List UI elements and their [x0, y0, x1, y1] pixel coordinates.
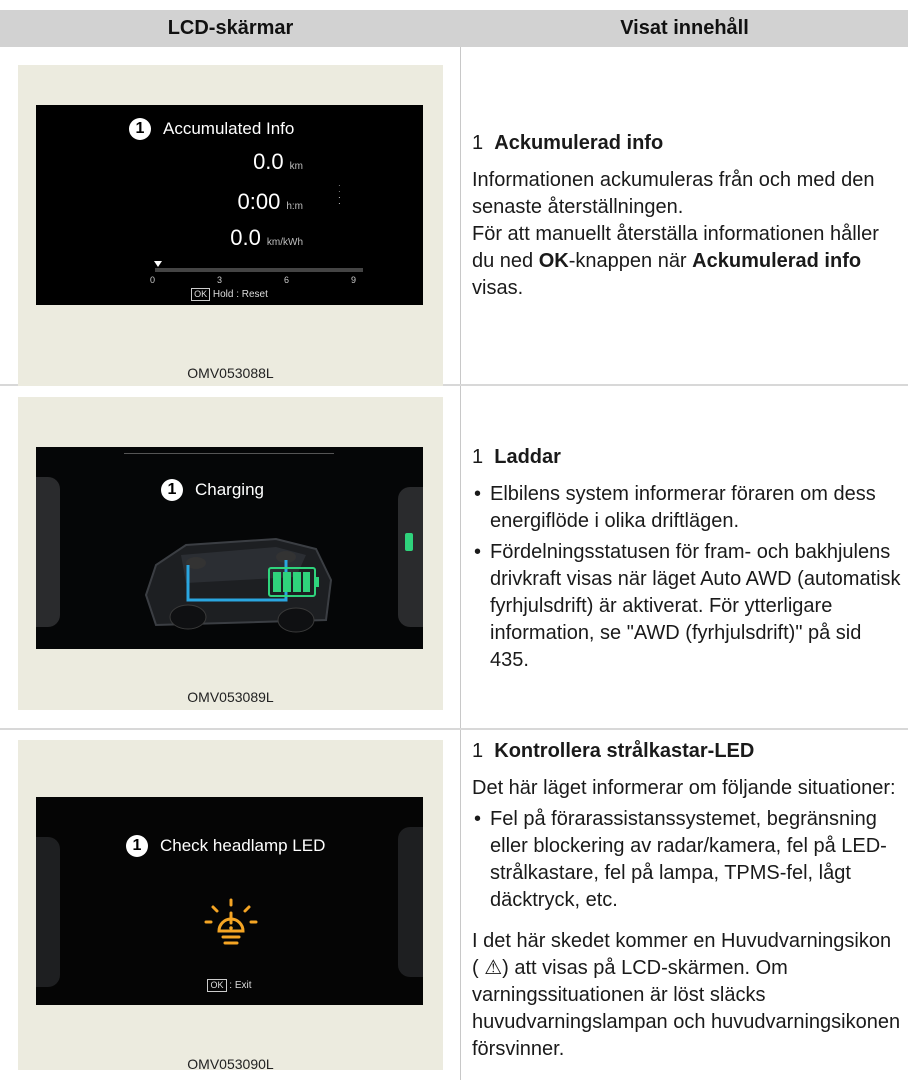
desc-headlamp: 1 Kontrollera strålkastar-LED Det här lä…	[472, 738, 902, 1063]
column-divider	[460, 47, 461, 1080]
side-panel-right	[398, 487, 423, 627]
callout-number: 1	[129, 118, 151, 140]
screen-title: 1 Charging	[161, 479, 264, 501]
exit-hint: OK : Exit	[36, 979, 423, 992]
figure-caption: OMV053089L	[187, 689, 274, 705]
plug-icon	[405, 533, 413, 551]
reset-hint: OK Hold : Reset	[36, 288, 423, 301]
desc-bullet: Fel på förarassistanssystemet, begränsni…	[472, 806, 902, 914]
row-divider	[0, 728, 908, 730]
screen-title: 1 Accumulated Info	[129, 118, 294, 140]
side-panel-left	[36, 477, 60, 627]
figure-headlamp: 1 Check headlamp LED OK : Exit OMV053090…	[18, 740, 443, 1072]
ok-key-icon: OK	[191, 288, 211, 301]
desc-charging: 1 Laddar Elbilens system informerar föra…	[472, 444, 902, 674]
warning-triangle-icon: ⚠	[484, 957, 503, 979]
headlamp-warning-icon	[204, 898, 258, 945]
battery-icon	[268, 567, 319, 597]
desc-heading: Ackumulerad info	[494, 132, 664, 154]
desc-accumulated-info: 1 Ackumulerad info Informationen ackumul…	[472, 130, 902, 302]
desc-paragraph: Informationen ackumuleras från och med d…	[472, 169, 875, 218]
desc-heading: Laddar	[494, 446, 561, 468]
ok-key-icon: OK	[207, 979, 227, 992]
figure-charging: 1 Charging OMV053089L	[18, 397, 443, 710]
desc-paragraph: För att manuellt återställa informatione…	[472, 223, 879, 299]
desc-paragraph: Det här läget informerar om följande sit…	[472, 777, 896, 799]
desc-heading: Kontrollera strålkastar-LED	[494, 740, 755, 762]
lcd-screen-headlamp: 1 Check headlamp LED OK : Exit	[36, 797, 423, 1005]
time-value: 0:00 h:m	[237, 189, 304, 214]
side-panel-right	[398, 827, 423, 977]
scroll-dots-icon: · · · ·	[338, 181, 341, 208]
callout-number: 1	[161, 479, 183, 501]
figure-caption: OMV053088L	[187, 365, 274, 381]
desc-bullet: Elbilens system informerar föraren om de…	[472, 481, 902, 535]
marker-icon	[154, 261, 162, 267]
screen-divider	[124, 453, 334, 454]
distance-value: 0.0 km	[253, 149, 303, 174]
callout-number: 1	[126, 835, 148, 857]
figure-caption: OMV053090L	[187, 1056, 274, 1072]
side-panel-left	[36, 837, 60, 987]
desc-bullet: Fördelningsstatusen för fram- och bakhju…	[472, 539, 902, 674]
screen-title: 1 Check headlamp LED	[126, 835, 325, 857]
header-lcd-screens: LCD-skärmar	[167, 17, 294, 39]
figure-accumulated-info: 1 Accumulated Info 0.0 km 0:00 h:m · · · · 0.0…	[18, 65, 443, 386]
scale-bar	[155, 268, 363, 272]
desc-paragraph: I det här skedet kommer en Huvudvarnings…	[472, 930, 901, 1060]
efficiency-value: 0.0 km/kWh	[230, 225, 303, 250]
lcd-screen-charging: 1 Charging	[36, 447, 423, 649]
table-header: LCD-skärmar Visat innehåll	[0, 10, 908, 47]
lcd-screen-accumulated: 1 Accumulated Info 0.0 km 0:00 h:m · · · · 0.0…	[36, 105, 423, 305]
header-displayed-content: Visat innehåll	[620, 17, 749, 39]
